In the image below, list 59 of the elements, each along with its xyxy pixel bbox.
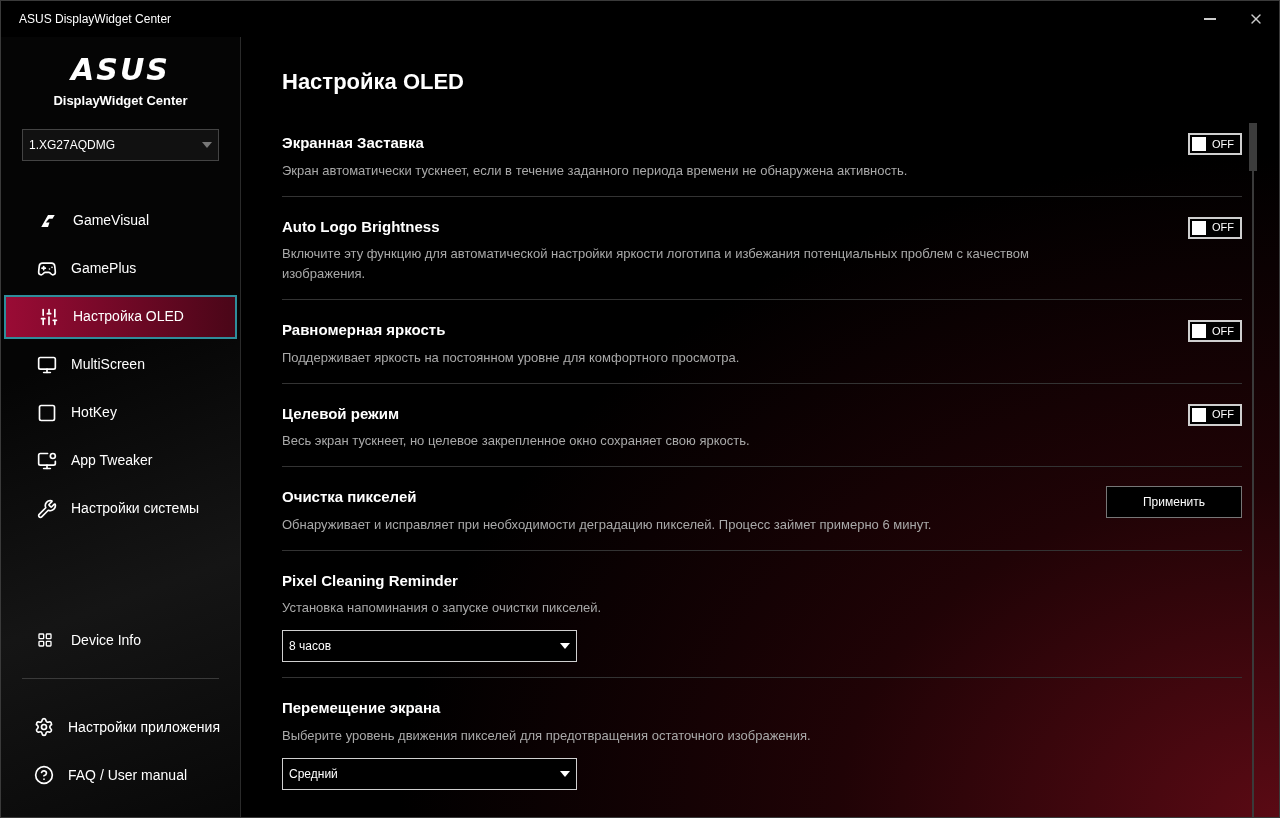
wrench-icon (37, 498, 57, 519)
minimize-icon (1204, 18, 1216, 20)
sidebar-item[interactable]: HotKey (4, 390, 237, 435)
toggle-knob (1192, 137, 1206, 151)
sidebar-item[interactable]: Device Info (1, 618, 240, 662)
setting-description: Выберите уровень движения пикселей для предотвращения остаточного изображения. (282, 726, 811, 745)
toggle-state: OFF (1212, 407, 1234, 423)
toggle-knob (1192, 324, 1206, 338)
grid-icon (37, 632, 53, 648)
sidebar-item[interactable]: Настройки системы (4, 486, 237, 531)
sidebar-item[interactable]: MultiScreen (4, 342, 237, 387)
toggle-state: OFF (1212, 220, 1234, 236)
toggle-state: OFF (1212, 323, 1234, 339)
sliders-icon (39, 306, 59, 327)
toggle-knob (1192, 407, 1206, 422)
caret-icon (202, 141, 212, 148)
setting-description: Включите эту функцию для автоматической настройки яркости логотипа и избежания потенциальных проблем с качеством изображения. (282, 245, 1030, 283)
page-title: Настройка OLED (282, 68, 465, 96)
setting-title: Очистка пикселей (282, 487, 418, 507)
toggle-knob (1192, 220, 1206, 235)
setting-title: Целевой режим (282, 403, 400, 424)
dropdown[interactable]: Средний (282, 757, 577, 790)
setting-title: Равномерная яркость (282, 320, 447, 340)
toggle-state: OFF (1212, 136, 1234, 152)
caret-icon (560, 770, 570, 777)
apply-button[interactable]: Применить (1106, 486, 1242, 518)
dropdown-value: 1.XG27AQDMG (29, 136, 116, 154)
setting-description: Весь экран тускнеет, но целевое закрепленное окно сохраняет свою яркость. (282, 432, 750, 450)
caret-icon (560, 643, 570, 649)
setting-title: Перемещение экрана (282, 698, 442, 718)
help-icon (34, 765, 54, 785)
setting-description: Поддерживает яркость на постоянном уровне для комфортного просмотра. (282, 348, 740, 367)
settings-icon (34, 717, 54, 737)
dropdown-value: Средний (289, 765, 338, 783)
toggle-switch[interactable]: OFF (1188, 403, 1242, 426)
toggle-switch[interactable]: OFF (1188, 216, 1242, 239)
toggle-switch[interactable]: OFF (1188, 320, 1242, 342)
sidebar-item[interactable]: GamePlus (4, 246, 237, 291)
setting-description: Экран автоматически тускнеет, если в течение заданного периода времени не обнаружена активность. (282, 161, 908, 180)
setting-title: Pixel Cleaning Reminder (282, 570, 459, 591)
monitor-dropdown[interactable]: 1.XG27AQDMG (22, 128, 219, 161)
sidebar-item[interactable]: GameVisual (4, 198, 237, 243)
sidebar-item[interactable]: Настройка OLED (4, 294, 237, 339)
square-icon (37, 402, 57, 423)
toggle-switch[interactable]: OFF (1188, 133, 1242, 155)
logo: ASUS (71, 55, 170, 85)
sidebar-item[interactable]: App Tweaker (4, 438, 237, 483)
sidebar-item[interactable]: Настройки приложения (1, 705, 240, 749)
window-title: ASUS DisplayWidget Center (19, 11, 172, 28)
setting-description: Обнаруживает и исправляет при необходимости деградацию пикселей. Процесс займет примерно 6 минут. (282, 515, 932, 534)
monitor-icon (37, 450, 57, 471)
dropdown[interactable]: 8 часов (282, 630, 577, 662)
setting-title: Auto Logo Brightness (282, 216, 441, 237)
setting-description: Установка напоминания о запуске очистки пикселей. (282, 599, 602, 617)
monitor-icon (37, 354, 57, 375)
setting-title: Экранная Заставка (282, 133, 425, 153)
app-name: DisplayWidget Center (53, 92, 188, 110)
dropdown-value: 8 часов (289, 638, 332, 655)
sidebar-item[interactable]: FAQ / User manual (1, 753, 240, 797)
